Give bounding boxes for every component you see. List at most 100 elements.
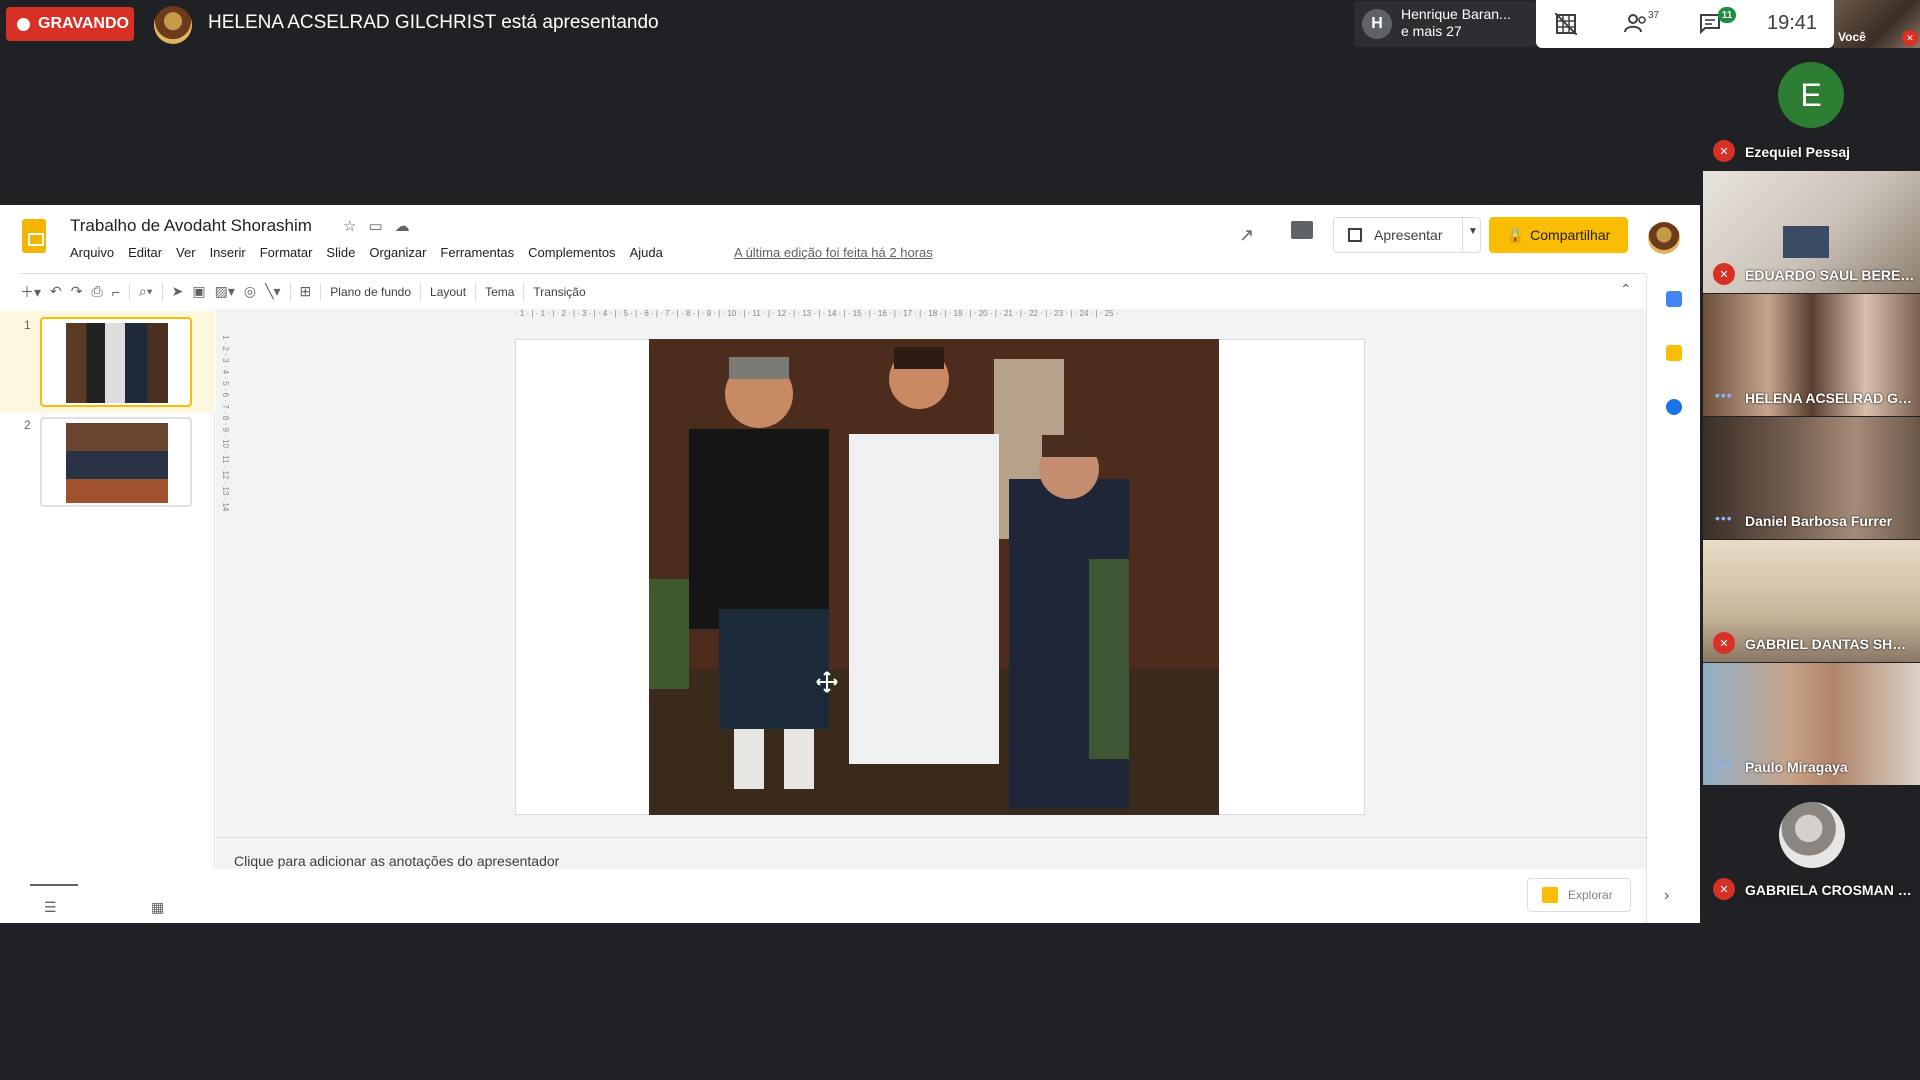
grid-off-icon[interactable] xyxy=(1555,13,1577,35)
slide-number: 2 xyxy=(24,418,31,432)
menu-ver[interactable]: Ver xyxy=(176,245,196,260)
slide-number: 1 xyxy=(24,318,31,332)
move-cursor-icon xyxy=(816,671,838,693)
editing-toolbar: ＋▾ ↶ ↷ ⎙ ⌐ ⌕▾ ➤ ▣ ▨▾ ◎ ╲▾ ⊞ Plano de fun… xyxy=(20,273,1646,309)
shape-icon[interactable]: ◎ xyxy=(244,283,256,300)
participant-tile[interactable]: ••• Paulo Miragaya xyxy=(1703,663,1920,785)
speaker-notes[interactable]: Clique para adicionar as anotações do ap… xyxy=(234,853,559,869)
new-slide-icon[interactable]: ＋▾ xyxy=(20,282,41,302)
presenter-avatar xyxy=(154,6,192,44)
background-button[interactable]: Plano de fundo xyxy=(330,285,411,299)
explore-icon xyxy=(1542,887,1558,903)
present-dropdown-icon[interactable]: ▼ xyxy=(1468,226,1478,237)
present-label: Apresentar xyxy=(1374,227,1443,243)
mic-off-icon: ✕ xyxy=(1902,30,1918,46)
participant-tile[interactable]: ✕ EDUARDO SAUL BERECH... xyxy=(1703,171,1920,293)
menu-slide[interactable]: Slide xyxy=(326,245,355,260)
print-icon[interactable]: ⎙ xyxy=(92,283,103,300)
participant-tile[interactable]: E ✕ Ezequiel Pessaj xyxy=(1703,48,1920,170)
title-actions: ☆▭☁ xyxy=(343,217,422,235)
redo-icon[interactable]: ↷ xyxy=(71,283,83,300)
self-label: Você xyxy=(1838,30,1866,44)
speaking-indicator-icon: ••• xyxy=(1715,387,1733,403)
share-label: Compartilhar xyxy=(1530,227,1611,243)
last-edit-link[interactable]: A última edição foi feita há 2 horas xyxy=(734,245,933,260)
calendar-icon[interactable] xyxy=(1666,291,1682,307)
textbox-icon[interactable]: ▣ xyxy=(192,283,205,300)
notes-divider[interactable] xyxy=(216,837,1646,838)
recording-badge: GRAVANDO xyxy=(6,7,134,41)
speaker-more: e mais 27 xyxy=(1401,23,1462,39)
menu-inserir[interactable]: Inserir xyxy=(210,245,246,260)
layout-button[interactable]: Layout xyxy=(430,285,466,299)
chat-badge: 11 xyxy=(1718,7,1736,23)
filmstrip-view-indicator xyxy=(30,884,78,886)
comment-icon[interactable] xyxy=(1291,221,1313,239)
line-icon[interactable]: ╲▾ xyxy=(265,283,280,300)
horizontal-ruler: · 1 · | · 1 · | · 2 · | · 3 · | · 4 · | … xyxy=(515,309,1119,318)
participant-name: Paulo Miragaya xyxy=(1745,759,1848,775)
shared-screen-slides: Trabalho de Avodaht Shorashim ☆▭☁ Arquiv… xyxy=(0,205,1700,923)
recording-label: GRAVANDO xyxy=(38,15,129,32)
slide-thumbnail-2[interactable] xyxy=(40,417,192,507)
participant-name: Ezequiel Pessaj xyxy=(1745,144,1851,160)
participant-tile[interactable]: ✕ GABRIEL DANTAS SHPIEL... xyxy=(1703,540,1920,662)
move-folder-icon[interactable]: ▭ xyxy=(368,218,394,235)
menu-bar: Arquivo Editar Ver Inserir Formatar Slid… xyxy=(70,245,663,260)
explore-label: Explorar xyxy=(1568,888,1613,902)
participant-tile[interactable]: ••• HELENA ACSELRAD GILC... xyxy=(1703,294,1920,416)
present-button[interactable]: Apresentar ▼ xyxy=(1333,217,1481,253)
mic-off-icon: ✕ xyxy=(1713,263,1735,285)
speaker-name: Henrique Baran... xyxy=(1401,6,1511,22)
participant-name: Daniel Barbosa Furrer xyxy=(1745,513,1893,529)
video-object xyxy=(1783,226,1829,258)
wedding-photo-image xyxy=(649,339,1219,815)
participant-name: EDUARDO SAUL BERECH... xyxy=(1745,267,1915,283)
explore-button[interactable]: Explorar xyxy=(1527,878,1631,912)
speaker-avatar: H xyxy=(1362,9,1392,39)
participant-name: GABRIEL DANTAS SHPIEL... xyxy=(1745,636,1915,652)
participant-avatar xyxy=(1779,802,1845,868)
meet-top-bar: GRAVANDO HELENA ACSELRAD GILCHRIST está … xyxy=(0,0,1920,48)
record-dot-icon xyxy=(17,17,30,31)
menu-formatar[interactable]: Formatar xyxy=(260,245,313,260)
collapse-toolbar-icon[interactable]: ⌃ xyxy=(1620,281,1632,298)
theme-button[interactable]: Tema xyxy=(485,285,514,299)
image-icon[interactable]: ▨▾ xyxy=(215,283,235,300)
people-icon[interactable] xyxy=(1624,12,1650,34)
slide-photo[interactable] xyxy=(649,339,1219,815)
paint-format-icon[interactable]: ⌐ xyxy=(112,284,120,300)
slide-thumbnail-1[interactable] xyxy=(40,317,192,407)
participant-tile[interactable]: ••• Daniel Barbosa Furrer xyxy=(1703,417,1920,539)
menu-complementos[interactable]: Complementos xyxy=(528,245,615,260)
document-title[interactable]: Trabalho de Avodaht Shorashim xyxy=(70,216,312,236)
present-icon xyxy=(1348,228,1362,242)
cloud-status-icon[interactable]: ☁ xyxy=(395,218,422,235)
select-icon[interactable]: ➤ xyxy=(172,283,184,300)
star-icon[interactable]: ☆ xyxy=(343,218,368,235)
tasks-icon[interactable] xyxy=(1666,399,1682,415)
menu-ferramentas[interactable]: Ferramentas xyxy=(440,245,514,260)
transition-button[interactable]: Transição xyxy=(533,285,585,299)
menu-organizar[interactable]: Organizar xyxy=(369,245,426,260)
participant-name: HELENA ACSELRAD GILC... xyxy=(1745,390,1915,406)
menu-arquivo[interactable]: Arquivo xyxy=(70,245,114,260)
expand-panel-icon[interactable]: › xyxy=(1664,887,1669,905)
comment-add-icon[interactable]: ⊞ xyxy=(300,283,312,300)
participant-tile[interactable]: ✕ GABRIELA CROSMAN RO... xyxy=(1703,786,1920,908)
speaking-indicator-icon: ••• xyxy=(1715,510,1733,526)
slides-logo-icon[interactable] xyxy=(22,219,46,253)
menu-ajuda[interactable]: Ajuda xyxy=(630,245,663,260)
undo-icon[interactable]: ↶ xyxy=(50,283,62,300)
zoom-icon[interactable]: ⌕▾ xyxy=(139,283,153,300)
account-avatar[interactable] xyxy=(1648,222,1680,254)
mic-off-icon: ✕ xyxy=(1713,878,1735,900)
menu-editar[interactable]: Editar xyxy=(128,245,162,260)
share-button[interactable]: 🔒 Compartilhar xyxy=(1489,217,1628,253)
mic-off-icon: ✕ xyxy=(1713,632,1735,654)
filmstrip-view-icon[interactable]: ☰ xyxy=(44,899,57,916)
grid-view-icon[interactable]: ▦ xyxy=(151,899,164,916)
activity-trend-icon[interactable]: ↗ xyxy=(1239,225,1254,246)
keep-icon[interactable] xyxy=(1666,345,1682,361)
clock: 19:41 xyxy=(1767,12,1818,34)
